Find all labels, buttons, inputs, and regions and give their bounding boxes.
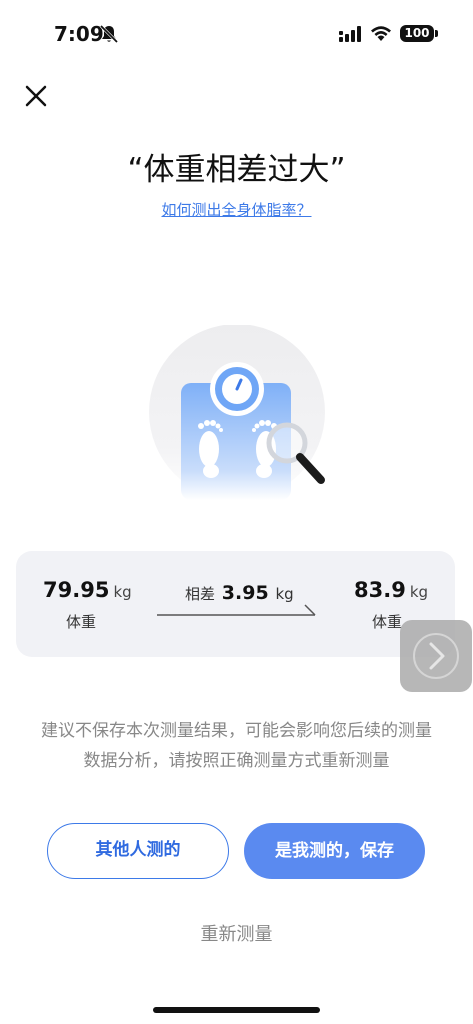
current-weight-unit: kg (409, 583, 429, 601)
difference-label: 相差 (185, 585, 216, 603)
status-time: 7:09 (54, 22, 104, 46)
previous-weight-unit: kg (113, 583, 132, 601)
close-button[interactable] (20, 80, 52, 112)
scale-illustration (149, 325, 325, 500)
battery-indicator: 100 (400, 25, 438, 42)
help-link[interactable]: 如何测出全身体脂率？ (0, 199, 473, 220)
close-icon (25, 85, 47, 107)
advice-text: 建议不保存本次测量结果，可能会影响您后续的测量数据分析，请按照正确测量方式重新测… (41, 721, 432, 771)
status-bar: 7:09 100 (0, 0, 473, 60)
previous-weight-label: 体重 (66, 613, 97, 631)
difference-arrow-icon (157, 604, 316, 616)
bell-muted-icon (100, 24, 118, 44)
remeasure-button[interactable]: 重新测量 (0, 920, 473, 946)
cellular-signal-icon (339, 26, 361, 42)
save-mine-button[interactable]: 是我测的，保存 (244, 823, 425, 879)
weight-difference: 相差 3.95 kg (185, 582, 294, 604)
floating-assistive-button[interactable] (400, 620, 472, 692)
difference-unit: kg (275, 585, 294, 603)
current-weight-label: 体重 (372, 613, 403, 631)
chevron-right-icon (413, 633, 459, 679)
wifi-icon (371, 26, 391, 41)
home-indicator[interactable] (153, 1007, 320, 1013)
previous-weight-value: 79.95 (43, 578, 110, 602)
measured-by-other-button[interactable]: 其他人测的 (47, 823, 229, 879)
current-weight-value: 83.9 (354, 578, 406, 602)
current-weight: 83.9 kg (354, 578, 428, 602)
difference-value: 3.95 (221, 582, 269, 604)
page-title: “体重相差过大” (127, 152, 346, 188)
previous-weight: 79.95 kg (43, 578, 132, 602)
